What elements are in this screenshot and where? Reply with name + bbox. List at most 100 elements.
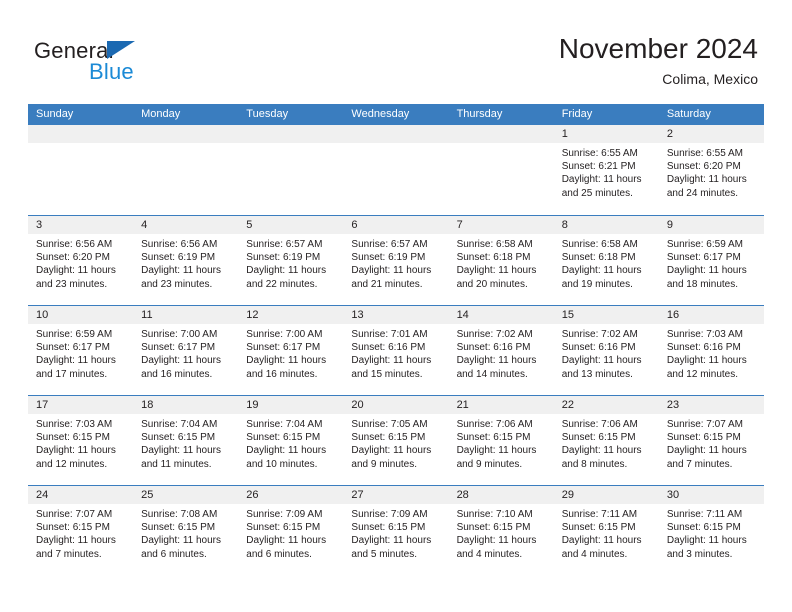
- sunrise-text: Sunrise: 6:59 AM: [36, 329, 113, 340]
- weekday-header-saturday: Saturday: [666, 108, 711, 120]
- day-number-band: 4: [133, 216, 239, 234]
- day-number: 9: [666, 219, 673, 231]
- daylight-text: Daylight: 11 hours and 8 minutes.: [561, 445, 642, 470]
- day-cell[interactable]: 26 Sunrise: 7:09 AM Sunset: 6:15 PM Dayligh…: [238, 486, 344, 575]
- sunset-text: Sunset: 6:15 PM: [246, 522, 321, 534]
- day-cell[interactable]: 5 Sunrise: 6:57 AM Sunset: 6:19 PM Daylight…: [238, 216, 344, 305]
- day-cell[interactable]: 15 Sunrise: 7:02 AM Sunset: 6:16 PM Dayligh…: [553, 306, 659, 395]
- sunset-text: Sunset: 6:21 PM: [561, 161, 636, 173]
- day-cell[interactable]: 28 Sunrise: 7:10 AM Sunset: 6:15 PM Dayligh…: [448, 486, 554, 575]
- day-cell[interactable]: 9 Sunrise: 6:59 AM Sunset: 6:17 PM Daylight…: [658, 216, 764, 305]
- day-cell[interactable]: 13 Sunrise: 7:01 AM Sunset: 6:16 PM Dayligh…: [343, 306, 449, 395]
- day-sun-info: Sunrise: 7:02 AM Sunset: 6:16 PM Daylight:…: [554, 324, 659, 381]
- day-number-band: 26: [238, 486, 344, 504]
- sunset-text: Sunset: 6:19 PM: [351, 252, 426, 264]
- day-cell[interactable]: 23 Sunrise: 7:07 AM Sunset: 6:15 PM Dayligh…: [658, 396, 764, 485]
- general-blue-logo[interactable]: General Blue: [34, 38, 224, 88]
- sunset-text: Sunset: 6:15 PM: [36, 522, 110, 534]
- sunrise-text: Sunrise: 7:02 AM: [561, 329, 638, 340]
- title-block: November 2024 Colima, Mexico: [559, 32, 758, 89]
- day-cell[interactable]: 27 Sunrise: 7:09 AM Sunset: 6:15 PM Dayligh…: [343, 486, 449, 575]
- day-number-band: [133, 125, 239, 143]
- day-cell[interactable]: 14 Sunrise: 7:02 AM Sunset: 6:16 PM Dayligh…: [448, 306, 554, 395]
- sunset-text: Sunset: 6:16 PM: [666, 342, 741, 354]
- daylight-text: Daylight: 11 hours and 16 minutes.: [246, 355, 327, 380]
- day-cell[interactable]: 6 Sunrise: 6:57 AM Sunset: 6:19 PM Daylight…: [343, 216, 449, 305]
- day-number-band: 9: [658, 216, 764, 234]
- day-cell[interactable]: 1 Sunrise: 6:55 AM Sunset: 6:21 PM Daylight…: [553, 125, 659, 215]
- daylight-text: Daylight: 11 hours and 12 minutes.: [666, 355, 747, 380]
- day-number-band: 11: [133, 306, 239, 324]
- day-cell-empty: [343, 125, 449, 215]
- day-number-band: 16: [658, 306, 764, 324]
- day-cell[interactable]: 8 Sunrise: 6:58 AM Sunset: 6:18 PM Daylight…: [553, 216, 659, 305]
- day-cell[interactable]: 2 Sunrise: 6:55 AM Sunset: 6:20 PM Daylight…: [658, 125, 764, 215]
- sunset-text: Sunset: 6:15 PM: [246, 432, 321, 444]
- day-number-band: 7: [448, 216, 554, 234]
- day-number: 13: [351, 309, 364, 321]
- day-sun-info: Sunrise: 7:04 AM Sunset: 6:15 PM Daylight:…: [133, 414, 238, 471]
- sunrise-text: Sunrise: 7:04 AM: [246, 419, 323, 430]
- daylight-text: Daylight: 11 hours and 7 minutes.: [36, 535, 116, 560]
- sunrise-text: Sunrise: 7:01 AM: [351, 329, 428, 340]
- weekday-header-friday: Friday: [561, 108, 593, 120]
- sunset-text: Sunset: 6:19 PM: [141, 252, 216, 264]
- weekday-header-row: Sunday Monday Tuesday Wednesday Thursday Frid…: [28, 104, 764, 125]
- sunrise-text: Sunrise: 7:07 AM: [36, 509, 113, 520]
- sunrise-text: Sunrise: 6:55 AM: [561, 148, 638, 159]
- day-cell[interactable]: 7 Sunrise: 6:58 AM Sunset: 6:18 PM Daylight…: [448, 216, 554, 305]
- daylight-text: Daylight: 11 hours and 6 minutes.: [141, 535, 221, 560]
- daylight-text: Daylight: 11 hours and 10 minutes.: [246, 445, 327, 470]
- daylight-text: Daylight: 11 hours and 7 minutes.: [666, 445, 747, 470]
- day-cell[interactable]: 21 Sunrise: 7:06 AM Sunset: 6:15 PM Dayligh…: [448, 396, 554, 485]
- day-sun-info: Sunrise: 7:01 AM Sunset: 6:16 PM Daylight:…: [343, 324, 448, 381]
- daylight-text: Daylight: 11 hours and 13 minutes.: [561, 355, 642, 380]
- day-cell[interactable]: 3 Sunrise: 6:56 AM Sunset: 6:20 PM Daylight…: [28, 216, 134, 305]
- sunrise-text: Sunrise: 7:08 AM: [141, 509, 218, 520]
- sunrise-text: Sunrise: 7:10 AM: [456, 509, 533, 520]
- day-cell[interactable]: 18 Sunrise: 7:04 AM Sunset: 6:15 PM Dayligh…: [133, 396, 239, 485]
- sunrise-text: Sunrise: 6:57 AM: [246, 239, 323, 250]
- day-number: 11: [141, 309, 153, 321]
- day-sun-info: Sunrise: 7:11 AM Sunset: 6:15 PM Daylight:…: [554, 504, 659, 561]
- daylight-text: Daylight: 11 hours and 18 minutes.: [666, 265, 747, 290]
- day-sun-info: Sunrise: 7:06 AM Sunset: 6:15 PM Daylight:…: [449, 414, 554, 471]
- day-cell[interactable]: 19 Sunrise: 7:04 AM Sunset: 6:15 PM Dayligh…: [238, 396, 344, 485]
- day-sun-info: Sunrise: 7:03 AM Sunset: 6:15 PM Daylight:…: [28, 414, 133, 471]
- day-cell[interactable]: 16 Sunrise: 7:03 AM Sunset: 6:16 PM Dayligh…: [658, 306, 764, 395]
- day-number-band: 21: [448, 396, 554, 414]
- sunrise-text: Sunrise: 7:07 AM: [666, 419, 743, 430]
- calendar-weeks: 1 Sunrise: 6:55 AM Sunset: 6:21 PM Daylight…: [28, 125, 764, 575]
- daylight-text: Daylight: 11 hours and 23 minutes.: [141, 265, 221, 290]
- day-cell[interactable]: 17 Sunrise: 7:03 AM Sunset: 6:15 PM Dayligh…: [28, 396, 134, 485]
- day-sun-info: Sunrise: 7:07 AM Sunset: 6:15 PM Daylight:…: [659, 414, 764, 471]
- day-cell[interactable]: 30 Sunrise: 7:11 AM Sunset: 6:15 PM Dayligh…: [658, 486, 764, 575]
- day-cell[interactable]: 24 Sunrise: 7:07 AM Sunset: 6:15 PM Dayligh…: [28, 486, 134, 575]
- daylight-text: Daylight: 11 hours and 25 minutes.: [561, 174, 642, 199]
- day-cell[interactable]: 4 Sunrise: 6:56 AM Sunset: 6:19 PM Daylight…: [133, 216, 239, 305]
- calendar-week-row: 1 Sunrise: 6:55 AM Sunset: 6:21 PM Daylight…: [28, 125, 764, 215]
- daylight-text: Daylight: 11 hours and 6 minutes.: [246, 535, 327, 560]
- sunset-text: Sunset: 6:15 PM: [351, 522, 426, 534]
- day-number-band: 17: [28, 396, 134, 414]
- day-number-band: 24: [28, 486, 134, 504]
- sunset-text: Sunset: 6:15 PM: [666, 432, 741, 444]
- day-cell[interactable]: 25 Sunrise: 7:08 AM Sunset: 6:15 PM Dayligh…: [133, 486, 239, 575]
- sunset-text: Sunset: 6:16 PM: [456, 342, 531, 354]
- sunset-text: Sunset: 6:15 PM: [36, 432, 110, 444]
- page-header: General Blue November 2024 Colima, Mexic…: [0, 0, 792, 100]
- day-cell[interactable]: 11 Sunrise: 7:00 AM Sunset: 6:17 PM Dayligh…: [133, 306, 239, 395]
- daylight-text: Daylight: 11 hours and 4 minutes.: [561, 535, 642, 560]
- day-cell[interactable]: 12 Sunrise: 7:00 AM Sunset: 6:17 PM Dayligh…: [238, 306, 344, 395]
- day-cell[interactable]: 20 Sunrise: 7:05 AM Sunset: 6:15 PM Dayligh…: [343, 396, 449, 485]
- sunrise-text: Sunrise: 6:59 AM: [666, 239, 743, 250]
- day-cell[interactable]: 22 Sunrise: 7:06 AM Sunset: 6:15 PM Dayligh…: [553, 396, 659, 485]
- calendar-week-row: 24 Sunrise: 7:07 AM Sunset: 6:15 PM Dayligh…: [28, 485, 764, 575]
- day-cell[interactable]: 29 Sunrise: 7:11 AM Sunset: 6:15 PM Dayligh…: [553, 486, 659, 575]
- day-cell-empty: [28, 125, 134, 215]
- day-sun-info: Sunrise: 6:56 AM Sunset: 6:20 PM Daylight:…: [28, 234, 133, 291]
- day-number: 22: [561, 399, 574, 411]
- day-cell[interactable]: 10 Sunrise: 6:59 AM Sunset: 6:17 PM Dayligh…: [28, 306, 134, 395]
- page-title: November 2024: [558, 33, 758, 64]
- day-sun-info: Sunrise: 7:02 AM Sunset: 6:16 PM Daylight:…: [449, 324, 554, 381]
